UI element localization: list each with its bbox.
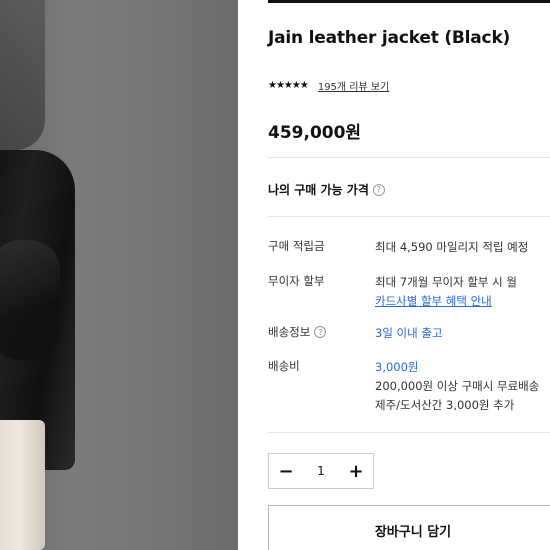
shipping-fee-value: 3,000원 bbox=[375, 360, 419, 374]
shipping-info-value: 3일 이내 출고 bbox=[375, 326, 443, 340]
shipping-info-label-wrap: 배송정보 ? bbox=[268, 324, 327, 340]
product-photo bbox=[0, 0, 238, 550]
photo-model-jacket-fold bbox=[0, 240, 60, 360]
question-help-icon[interactable]: ? bbox=[314, 326, 327, 338]
my-price-label: 나의 구매 가능 가격 bbox=[268, 183, 369, 197]
installment-label: 무이자 할부 bbox=[268, 274, 325, 288]
rating-row: ★★★★★ 195개 리뷰 보기 bbox=[268, 78, 389, 93]
top-divider-bar bbox=[268, 0, 550, 3]
quantity-stepper: − 1 + bbox=[268, 453, 374, 489]
product-info-panel: Jain leather jacket (Black) ★★★★★ 195개 리… bbox=[268, 0, 550, 550]
divider bbox=[268, 157, 550, 158]
divider bbox=[268, 216, 550, 217]
points-label: 구매 적립금 bbox=[268, 239, 325, 253]
minus-icon[interactable]: − bbox=[269, 454, 303, 488]
shipping-fee-label: 배송비 bbox=[268, 359, 300, 373]
shipping-info-label: 배송정보 bbox=[268, 325, 311, 339]
free-shipping-note: 200,000원 이상 구매시 무료배송 bbox=[375, 379, 540, 393]
add-to-cart-button[interactable]: 장바구니 담기 bbox=[268, 505, 550, 550]
quantity-value[interactable]: 1 bbox=[303, 454, 339, 488]
installment-value: 최대 7개월 무이자 할부 시 월 bbox=[375, 275, 517, 289]
plus-icon[interactable]: + bbox=[339, 454, 373, 488]
product-price: 459,000원 bbox=[268, 123, 362, 143]
photo-model-pants bbox=[0, 420, 45, 550]
installment-benefit-link[interactable]: 카드사별 할부 혜택 안내 bbox=[375, 292, 492, 311]
product-title: Jain leather jacket (Black) bbox=[268, 28, 511, 48]
points-value: 최대 4,590 마일리지 적립 예정 bbox=[375, 240, 529, 254]
island-shipping-note: 제주/도서산간 3,000원 추가 bbox=[375, 398, 515, 412]
photo-model-hair bbox=[0, 0, 45, 150]
question-help-icon[interactable]: ? bbox=[372, 183, 385, 196]
divider bbox=[268, 432, 550, 433]
review-link[interactable]: 195개 리뷰 보기 bbox=[318, 78, 389, 93]
star-rating-icon: ★★★★★ bbox=[268, 80, 309, 91]
my-price-row[interactable]: 나의 구매 가능 가격 ? bbox=[268, 181, 385, 198]
